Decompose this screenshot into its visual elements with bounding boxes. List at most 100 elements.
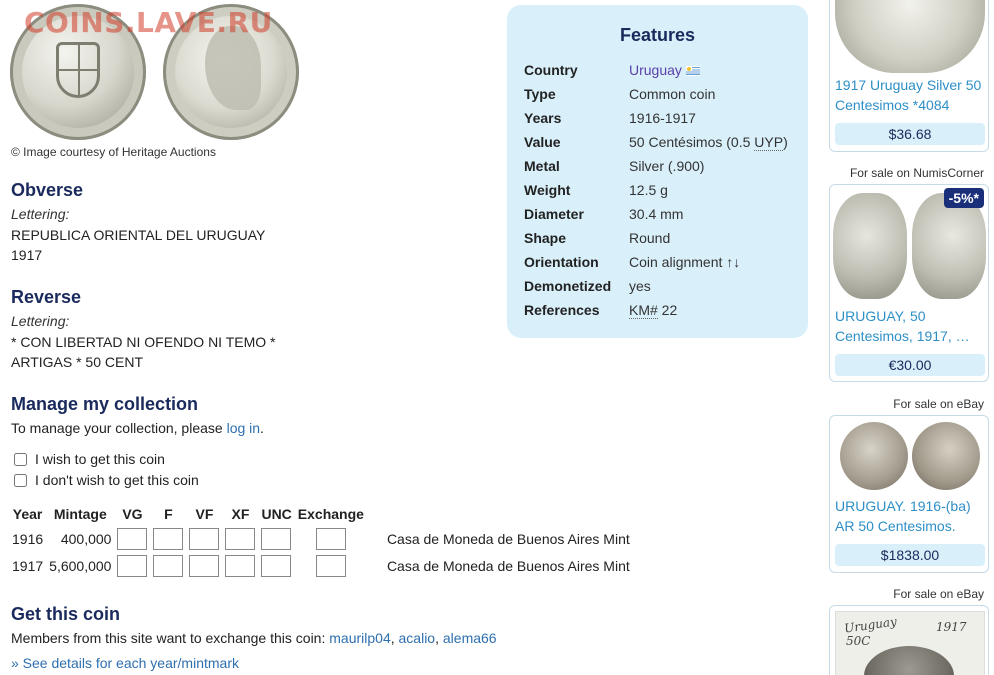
feature-row-type: Type Common coin — [524, 86, 715, 102]
feature-value: 50 Centésimos (0.5 UYP) — [629, 134, 788, 151]
grade-box-unc[interactable] — [261, 527, 292, 550]
handwritten-note: 1917 — [936, 620, 967, 634]
grade-box-vg[interactable] — [117, 527, 148, 550]
grade-box-f[interactable] — [153, 527, 184, 550]
feature-value: KM# 22 — [629, 302, 678, 319]
manage-collection-heading: Manage my collection — [11, 394, 199, 414]
row-mintage: 5,600,000 — [49, 557, 112, 574]
member-link-maurilp04[interactable]: maurilp04 — [329, 630, 390, 646]
listing-card-2[interactable]: -5%* URUGUAY, 50 Centesimos, 1917, … €30… — [829, 184, 989, 382]
nowish-checkbox-row[interactable]: I don't wish to get this coin — [14, 472, 199, 488]
feature-key: Shape — [524, 230, 567, 246]
feature-row-orientation: Orientation Coin alignment ↑↓ — [524, 254, 740, 270]
km-abbr[interactable]: KM# — [629, 302, 658, 319]
obverse-heading: Obverse — [11, 180, 84, 200]
listing-coin-photo[interactable]: Uruguay 50C 1917 — [835, 611, 985, 675]
listing-coin-photo-obverse[interactable] — [833, 193, 907, 299]
currency-abbr[interactable]: UYP — [754, 134, 784, 151]
feature-key: Type — [524, 86, 556, 102]
country-link[interactable]: Uruguay — [629, 62, 682, 78]
obverse-lettering-label: Lettering: — [11, 206, 70, 222]
reverse-lettering-line-1: * CON LIBERTAD NI OFENDO NI TEMO * — [11, 334, 276, 350]
exchange-box[interactable] — [315, 554, 346, 577]
get-coin-intro: Members from this site want to exchange … — [11, 630, 330, 646]
grade-box-unc[interactable] — [261, 554, 292, 577]
mintage-table-header: Year Mintage VG F VF XF UNC Exchange — [9, 503, 633, 525]
feature-key: Years — [524, 110, 562, 126]
grade-box-xf[interactable] — [225, 527, 256, 550]
get-coin-heading: Get this coin — [11, 604, 121, 624]
listing-card-1[interactable]: 1917 Uruguay Silver 50 Centesimos *4084 … — [829, 0, 989, 152]
listing-coin-photo-reverse[interactable] — [912, 422, 980, 490]
watermark: COINS.LAVE.RU — [24, 6, 273, 39]
exchange-box[interactable] — [315, 527, 346, 550]
col-year: Year — [12, 506, 43, 522]
nowish-checkbox[interactable] — [14, 473, 27, 487]
feature-row-years: Years 1916-1917 — [524, 110, 696, 126]
listing-coin-photo-reverse[interactable] — [912, 193, 986, 299]
grade-box-vg[interactable] — [117, 554, 148, 577]
features-title: Features — [619, 25, 696, 45]
listing-card-4[interactable]: Uruguay 50C 1917 — [829, 605, 989, 675]
manage-text: To manage your collection, please — [11, 420, 227, 436]
discount-badge: -5%* — [943, 188, 984, 208]
uruguay-flag-icon — [685, 66, 700, 77]
listing-title[interactable]: URUGUAY. 1916-(ba) AR 50 Centesimos. — [835, 496, 985, 536]
grade-box-vf[interactable] — [189, 554, 220, 577]
listing-coin-photo-obverse[interactable] — [840, 422, 908, 490]
col-unc: UNC — [261, 506, 292, 522]
member-link-acalio[interactable]: acalio — [399, 630, 436, 646]
feature-row-references: References KM# 22 — [524, 302, 678, 319]
get-coin-text: Members from this site want to exchange … — [11, 630, 497, 646]
listing-price[interactable]: $36.68 — [835, 123, 985, 145]
feature-value: Round — [629, 230, 671, 246]
feature-key: Orientation — [524, 254, 599, 270]
feature-row-shape: Shape Round — [524, 230, 670, 246]
table-row: 1917 5,600,000 Casa de Moneda de Buenos … — [9, 552, 633, 579]
col-mintage: Mintage — [53, 506, 107, 522]
feature-value: Coin alignment ↑↓ — [629, 254, 741, 270]
coat-of-arms-shape — [56, 42, 100, 98]
image-credit: © Image courtesy of Heritage Auctions — [11, 145, 216, 159]
table-row: 1916 400,000 Casa de Moneda de Buenos Ai… — [9, 525, 633, 552]
col-vf: VF — [195, 506, 214, 522]
member-link-alema66[interactable]: alema66 — [443, 630, 497, 646]
see-details-link[interactable]: » See details for each year/mintmark — [11, 655, 239, 671]
wish-checkbox[interactable] — [14, 452, 27, 466]
feature-value: yes — [629, 278, 651, 294]
reverse-lettering-line-2: ARTIGAS * 50 CENT — [11, 354, 144, 370]
listing-source: For sale on NumisCorner — [849, 166, 984, 180]
feature-value: 30.4 mm — [629, 206, 684, 222]
feature-value: Common coin — [629, 86, 716, 102]
listing-price[interactable]: €30.00 — [835, 354, 985, 376]
feature-key: Diameter — [524, 206, 584, 222]
km-number: 22 — [657, 302, 678, 318]
login-link[interactable]: log in — [227, 420, 260, 436]
handwritten-note: 50C — [846, 634, 871, 648]
feature-row-weight: Weight 12.5 g — [524, 182, 668, 198]
handwritten-note: Uruguay — [843, 614, 898, 636]
manage-collection-text: To manage your collection, please log in… — [11, 420, 264, 436]
coin-shape — [864, 646, 954, 675]
listing-title[interactable]: 1917 Uruguay Silver 50 Centesimos *4084 — [835, 75, 985, 115]
listing-price[interactable]: $1838.00 — [835, 544, 985, 566]
feature-key: Demonetized — [524, 278, 612, 294]
listing-title[interactable]: URUGUAY, 50 Centesimos, 1917, … — [835, 306, 985, 346]
grade-box-vf[interactable] — [189, 527, 220, 550]
feature-key: Weight — [524, 182, 571, 198]
grade-box-f[interactable] — [153, 554, 184, 577]
mintage-table: Year Mintage VG F VF XF UNC Exchange 191… — [9, 503, 633, 579]
grade-box-xf[interactable] — [225, 554, 256, 577]
obverse-lettering-line-1: REPUBLICA ORIENTAL DEL URUGUAY — [11, 227, 266, 243]
feature-key: References — [524, 302, 600, 318]
row-mint: Casa de Moneda de Buenos Aires Mint — [386, 557, 630, 574]
feature-value: 1916-1917 — [629, 110, 696, 126]
listing-source: For sale on eBay — [893, 397, 984, 411]
listing-coin-photo[interactable] — [835, 0, 985, 73]
feature-row-value: Value 50 Centésimos (0.5 UYP) — [524, 134, 788, 151]
wish-checkbox-row[interactable]: I wish to get this coin — [14, 451, 165, 467]
feature-row-diameter: Diameter 30.4 mm — [524, 206, 683, 222]
listing-card-3[interactable]: URUGUAY. 1916-(ba) AR 50 Centesimos. $18… — [829, 415, 989, 573]
reverse-heading: Reverse — [11, 287, 82, 307]
value-text: 50 Centésimos (0.5 — [629, 134, 755, 150]
